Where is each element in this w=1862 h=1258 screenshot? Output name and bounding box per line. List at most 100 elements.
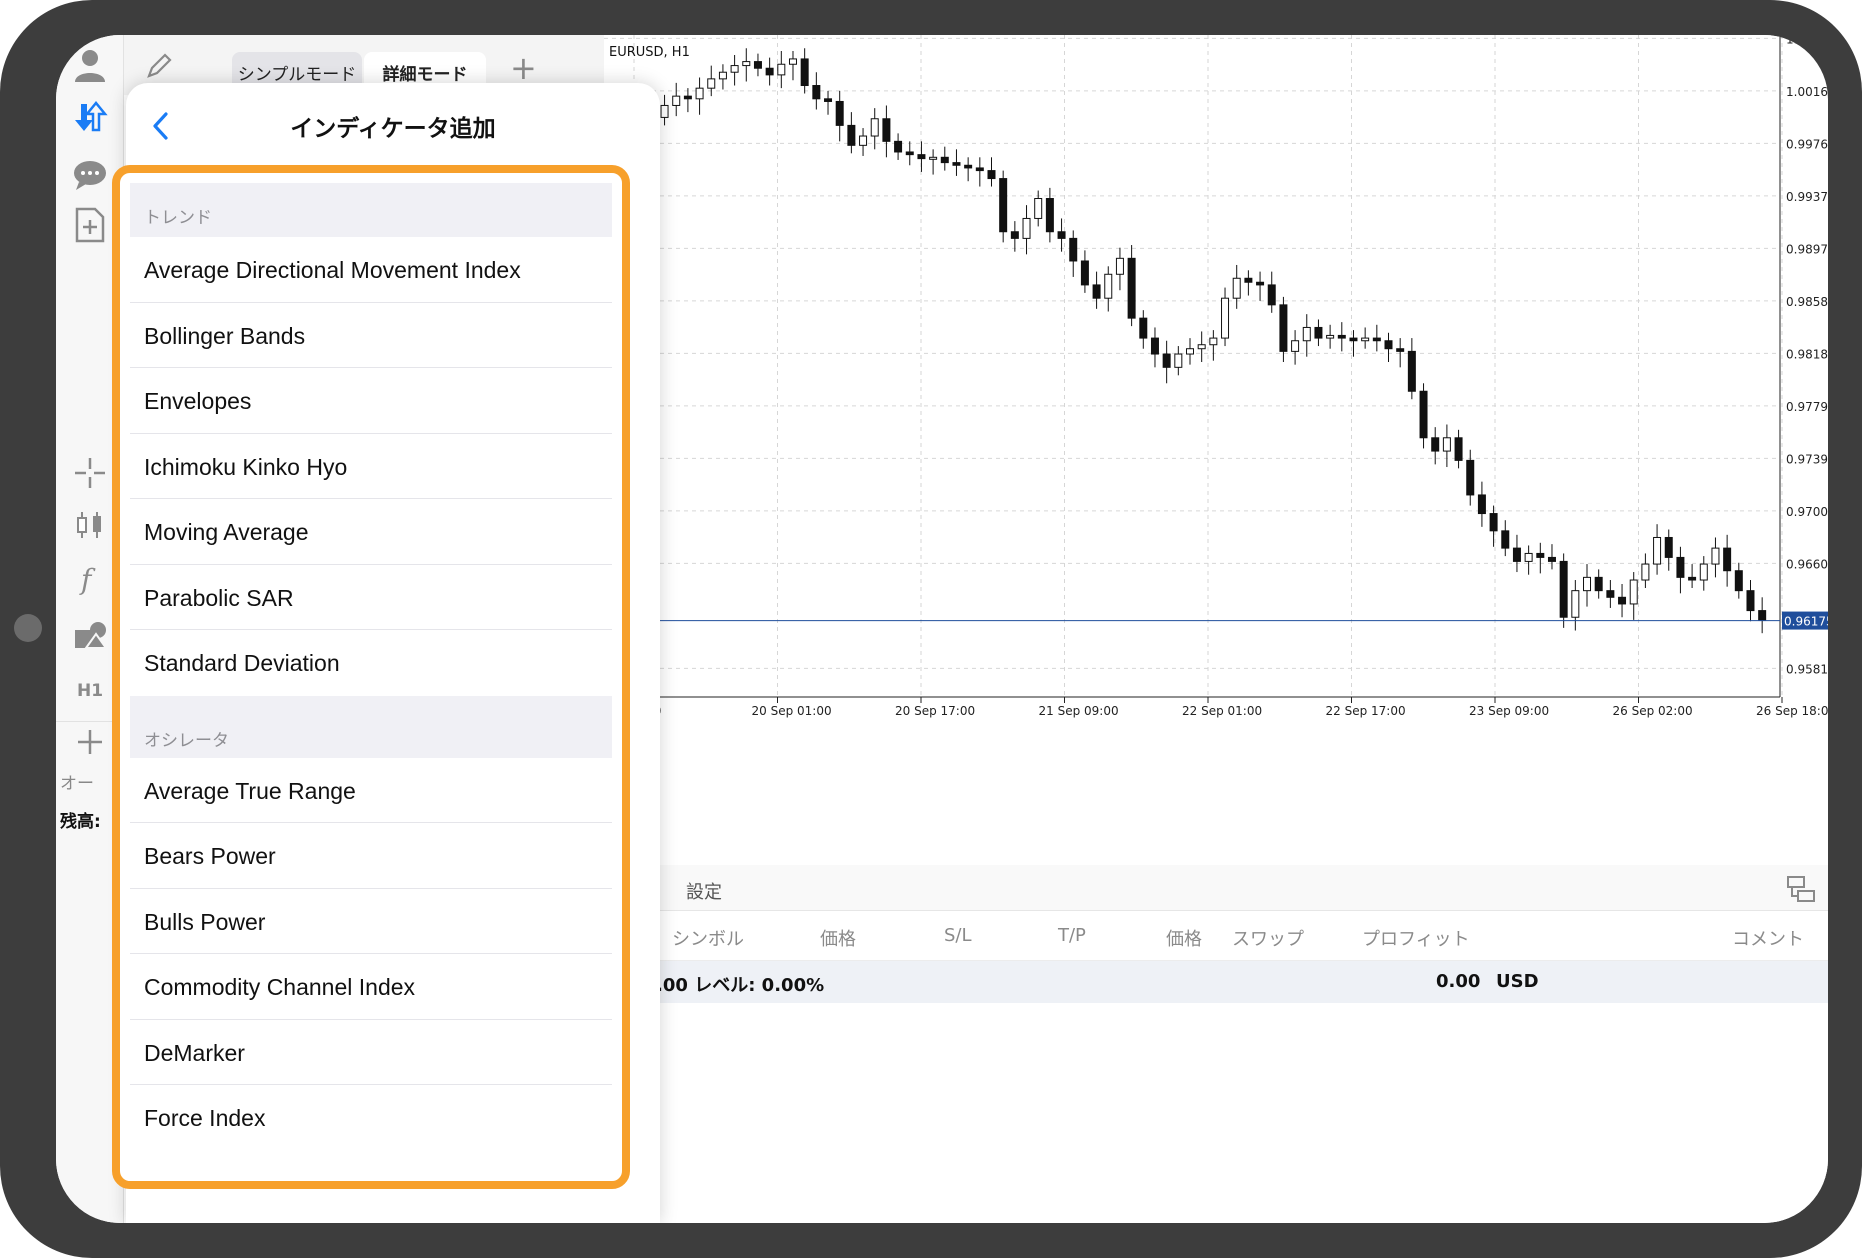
- candle-bear: [894, 140, 903, 153]
- candle-bear: [1314, 326, 1323, 339]
- col-comment[interactable]: コメント: [1732, 925, 1804, 951]
- indicator-item[interactable]: Bulls Power: [130, 889, 612, 954]
- candle-bear: [882, 118, 891, 142]
- new-document-icon[interactable]: [70, 205, 110, 245]
- chat-icon[interactable]: [70, 155, 110, 195]
- candle-bear: [1337, 334, 1346, 339]
- y-tick-label: 0.98975: [1786, 242, 1828, 256]
- panel-header: インディケータ追加: [126, 83, 660, 173]
- candle-bear: [1279, 304, 1288, 352]
- device-frame: f H1 オー 残高: シンプルモード 詳細モード + 1.005551.001…: [0, 0, 1862, 1258]
- candle-bull: [742, 61, 751, 67]
- candle-bull: [1361, 337, 1370, 342]
- candle-bear: [847, 124, 856, 146]
- panel-title: インディケータ追加: [290, 116, 496, 142]
- candle-bull: [1104, 273, 1113, 299]
- candle-bear: [1559, 560, 1568, 618]
- indicator-item[interactable]: Bollinger Bands: [130, 303, 612, 368]
- candle-bull: [1326, 334, 1335, 339]
- candle-bear: [1057, 231, 1066, 239]
- price-chart[interactable]: 1.00555 1.00160 0.99765 0.99370 0.98975 0.985…: [604, 35, 1828, 865]
- crosshair-icon[interactable]: [70, 453, 110, 493]
- candle-bear: [835, 100, 844, 126]
- indicator-item[interactable]: Bears Power: [130, 823, 612, 889]
- trade-terminal: ナル 設定 ぐ シンボル 価格 S/L T/P 価格 スワップ プロフィット コ…: [604, 865, 1828, 1223]
- candle-bear: [940, 156, 949, 164]
- layout-toggle-icon[interactable]: [1786, 875, 1816, 907]
- candle-bull: [1186, 348, 1194, 355]
- app-screen: f H1 オー 残高: シンプルモード 詳細モード + 1.005551.001…: [56, 35, 1828, 1223]
- account-icon[interactable]: [70, 45, 110, 85]
- trade-arrows-icon[interactable]: [70, 97, 110, 137]
- candle-bear: [1080, 260, 1089, 286]
- indicator-list-highlight: トレンド Average Directional Movement Index …: [112, 165, 630, 1189]
- function-icon[interactable]: f: [70, 559, 110, 599]
- candle-bear: [1267, 284, 1276, 306]
- y-tick-label: 1.00160: [1786, 85, 1828, 99]
- candle-bear: [1547, 556, 1556, 562]
- indicator-item[interactable]: Commodity Channel Index: [130, 954, 612, 1020]
- candle-bear: [753, 61, 762, 69]
- x-tick-label: 21 Sep 09:00: [1039, 704, 1119, 718]
- chart-plot-area: [604, 35, 1780, 697]
- candle-bull: [1174, 353, 1183, 368]
- candle-bull: [1442, 437, 1451, 452]
- indicator-item[interactable]: Parabolic SAR: [130, 565, 612, 630]
- chart-type-icon[interactable]: [70, 505, 110, 545]
- chart-svg: 1.00555 1.00160 0.99765 0.99370 0.98975 0.985…: [604, 35, 1828, 718]
- candle-bear: [1349, 337, 1358, 342]
- y-tick-label: 0.99370: [1786, 190, 1828, 204]
- x-tick-label: 22 Sep 01:00: [1182, 704, 1262, 718]
- candle-bull: [870, 118, 879, 137]
- candle-bear: [917, 154, 926, 160]
- candle-bear: [1127, 257, 1136, 319]
- candle-bear: [765, 67, 774, 76]
- y-tick-label: 1.00555: [1786, 35, 1828, 46]
- candle-bull: [707, 78, 716, 89]
- candle-bull: [1115, 257, 1124, 275]
- timeframe-button[interactable]: H1: [70, 671, 110, 711]
- candle-bear: [1045, 198, 1054, 233]
- indicator-item[interactable]: Envelopes: [130, 368, 612, 434]
- indicator-item[interactable]: Ichimoku Kinko Hyo: [130, 434, 612, 499]
- candle-bull: [1641, 563, 1650, 581]
- candle-bull: [718, 71, 727, 80]
- current-price-label: 0.96175: [1784, 615, 1828, 629]
- objects-icon[interactable]: [70, 615, 110, 655]
- candle-bull: [788, 58, 797, 65]
- candle-bear: [1466, 459, 1475, 496]
- tab-settings[interactable]: 設定: [686, 878, 722, 904]
- y-tick-label: 0.97790: [1786, 400, 1828, 414]
- y-tick-label: 0.98580: [1786, 295, 1828, 309]
- indicator-item[interactable]: Moving Average: [130, 499, 612, 565]
- candle-bear: [1244, 277, 1253, 283]
- candle-bull: [777, 63, 786, 76]
- terminal-header-row: ぐ シンボル 価格 S/L T/P 価格 スワップ プロフィット コメント: [604, 911, 1828, 961]
- indicator-item[interactable]: Force Index: [130, 1085, 612, 1151]
- candle-bear: [975, 167, 984, 172]
- candle-bear: [1501, 530, 1510, 549]
- x-tick-label: 23 Sep 09:00: [1469, 704, 1549, 718]
- indicator-item[interactable]: Standard Deviation: [130, 630, 612, 696]
- indicator-item[interactable]: Average Directional Movement Index: [130, 237, 612, 303]
- candle-bear: [1606, 590, 1615, 598]
- col-profit[interactable]: プロフィット: [1362, 925, 1470, 951]
- col-price-current[interactable]: 価格: [1166, 925, 1202, 951]
- col-tp[interactable]: T/P: [1058, 925, 1086, 946]
- col-swap[interactable]: スワップ: [1232, 925, 1304, 951]
- indicator-item[interactable]: DeMarker: [130, 1020, 612, 1085]
- col-price[interactable]: 価格: [820, 925, 856, 951]
- candle-bull: [672, 95, 681, 106]
- candle-bear: [1431, 437, 1440, 452]
- candle-bear: [987, 170, 996, 180]
- candle-bear: [1010, 231, 1019, 239]
- candle-bull: [859, 135, 868, 146]
- edit-pencil-icon[interactable]: [144, 51, 174, 85]
- candle-bull: [1022, 217, 1031, 239]
- col-sl[interactable]: S/L: [944, 925, 972, 946]
- col-symbol[interactable]: シンボル: [672, 925, 744, 951]
- candle-bear: [1256, 281, 1265, 286]
- indicator-item[interactable]: Average True Range: [130, 758, 612, 823]
- candle-bear: [964, 164, 973, 169]
- add-symbol-button[interactable]: +: [510, 49, 537, 87]
